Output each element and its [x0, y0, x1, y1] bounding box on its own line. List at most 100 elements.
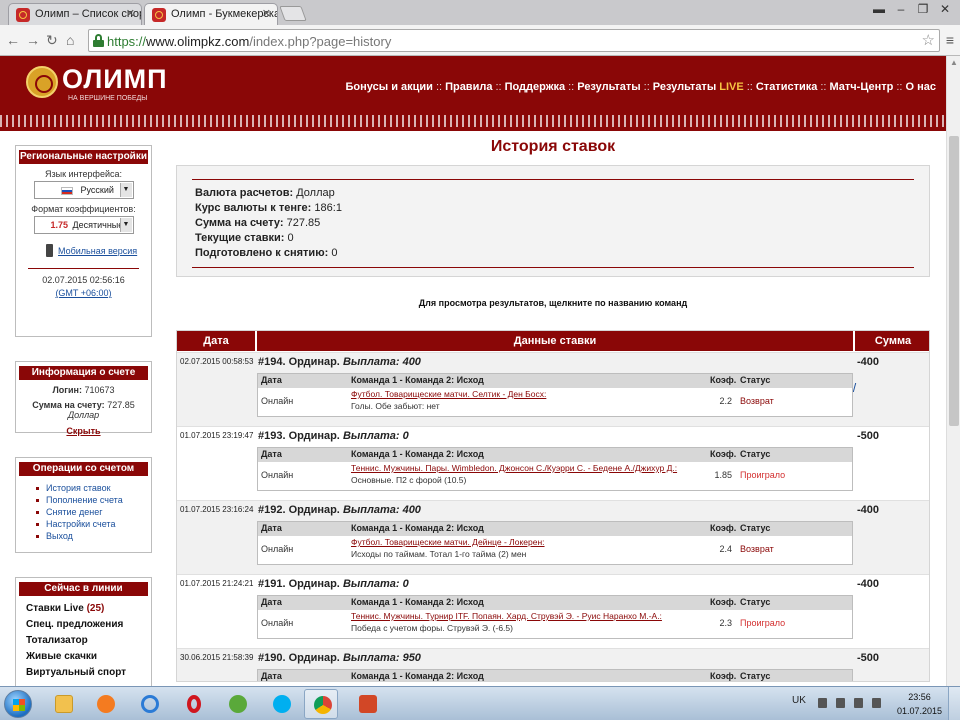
input-language[interactable]: UK [792, 695, 806, 706]
op-bet-history[interactable]: История ставок [32, 483, 151, 495]
site-header: ОЛИМП НА ВЕРШИНЕ ПОБЕДЫ Бонусы и акции::… [0, 56, 946, 131]
panel-title: Информация о счете [19, 366, 148, 380]
bet-status: Возврат [740, 396, 774, 406]
nav-bonuses[interactable]: Бонусы и акции [346, 81, 433, 93]
timezone-link[interactable]: (GMT +06:00) [16, 288, 151, 298]
user-icon[interactable]: ▬ [868, 2, 890, 16]
bet-date: 01.07.2015 23:19:47 [180, 431, 254, 440]
chevron-down-icon: ▼ [119, 218, 132, 232]
op-withdraw[interactable]: Снятие денег [32, 507, 151, 519]
login-row: Логин: 710673 [52, 385, 115, 395]
event-link[interactable]: Футбол. Товарищеские матчи. Дейнце - Лок… [351, 537, 545, 547]
in-line-virtual-sport[interactable]: Виртуальный спорт [26, 667, 151, 683]
minimize-icon[interactable]: – [890, 2, 912, 16]
restore-icon[interactable]: ❐ [912, 2, 934, 16]
bet-status: Проиграло [740, 470, 786, 480]
home-icon[interactable]: ⌂ [66, 32, 74, 48]
system-clock[interactable]: 23:56 01.07.2015 [897, 690, 942, 718]
top-navigation: Бонусы и акции:: Правила:: Поддержка:: Резу… [345, 81, 937, 93]
browser-menu-icon[interactable]: ≡ [946, 32, 954, 48]
scrollbar-thumb[interactable] [949, 136, 959, 426]
language-select[interactable]: Русский ▼ [33, 181, 134, 199]
olimp-favicon-icon [152, 8, 166, 22]
nav-results-live[interactable]: Результаты LIVE [653, 81, 744, 93]
divider [28, 268, 139, 269]
url-text[interactable]: https://www.olimpkz.com/index.php?page=h… [107, 34, 391, 49]
event-link[interactable]: Теннис. Мужчины. Пары. Wimbledon. Джонсо… [351, 463, 677, 473]
taskbar-powerpoint[interactable] [350, 689, 384, 719]
chevron-down-icon: ▼ [119, 183, 132, 197]
op-logout[interactable]: Выход [32, 531, 151, 543]
bet-detail-header: Дата Команда 1 - Команда 2: Исход Коэф. … [258, 596, 852, 610]
op-deposit[interactable]: Пополнение счета [32, 495, 151, 507]
nav-support[interactable]: Поддержка [505, 81, 566, 93]
windows-logo-icon [13, 699, 25, 711]
close-window-icon[interactable]: ✕ [934, 2, 956, 16]
close-tab-icon[interactable]: ✕ [126, 7, 135, 20]
bet-amount: -400 [857, 356, 880, 368]
show-desktop-button[interactable] [948, 687, 960, 720]
in-line-live-bets[interactable]: Ставки Live (25) [26, 603, 151, 619]
bet-outcome: Голы. Обе забьют: нет [351, 401, 440, 411]
bet-date: 30.06.2015 21:58:39 [180, 653, 254, 662]
taskbar-chrome[interactable] [304, 689, 338, 719]
taskbar-avast[interactable] [88, 689, 122, 719]
bet-type: Онлайн [261, 544, 294, 554]
scroll-up-icon[interactable]: ▲ [950, 58, 958, 67]
taskbar-opera[interactable] [176, 689, 210, 719]
nav-about[interactable]: О нас [906, 81, 937, 93]
bet-amount: -500 [857, 430, 880, 442]
bet-detail-header: Дата Команда 1 - Команда 2: Исход Коэф. … [258, 522, 852, 536]
taskbar-skype[interactable] [264, 689, 298, 719]
back-icon[interactable]: ← [6, 32, 20, 48]
table-header: Дата Данные ставки Сумма [177, 331, 929, 351]
in-line-panel: Сейчас в линии Ставки Live (25) Спец. пр… [15, 577, 152, 686]
nav-results[interactable]: Результаты [577, 81, 640, 93]
action-center-flag-icon[interactable] [836, 698, 845, 708]
nav-rules[interactable]: Правила [445, 81, 492, 93]
divider [192, 267, 914, 268]
panel-title: Региональные настройки [19, 150, 148, 164]
bet-amount: -400 [857, 578, 880, 590]
taskbar-explorer[interactable] [46, 689, 80, 719]
volume-icon[interactable] [872, 698, 881, 708]
language-label: Язык интерфейса: [44, 169, 122, 179]
operations-list: История ставок Пополнение счета Снятие д… [32, 483, 151, 543]
taskbar-utorrent[interactable] [220, 689, 254, 719]
chrome-icon [314, 696, 332, 714]
nav-match-center[interactable]: Матч-Центр [829, 81, 893, 93]
in-line-special-offers[interactable]: Спец. предложения [26, 619, 151, 635]
new-tab-button[interactable] [279, 6, 307, 21]
bet-coefficient: 2.2 [719, 396, 732, 406]
bet-detail-table: Дата Команда 1 - Команда 2: Исход Коэф. … [257, 521, 853, 565]
close-tab-icon[interactable]: ✕ [262, 7, 271, 20]
page-title: История ставок [490, 138, 616, 155]
summary-pending-withdrawal: Подготовлено к снятию: 0 [195, 247, 338, 259]
in-line-horse-racing[interactable]: Живые скачки [26, 651, 151, 667]
reload-icon[interactable]: ↻ [46, 32, 58, 49]
bet-detail-table: Дата Команда 1 - Команда 2: Исход Коэф. … [257, 595, 853, 639]
bookmark-star-icon[interactable]: ☆ [922, 31, 935, 49]
taskbar-internet-explorer[interactable] [132, 689, 166, 719]
table-row: 30.06.2015 21:58:39 #190. Ординар. Выпла… [177, 648, 929, 681]
event-link[interactable]: Футбол. Товарищеские матчи. Селтик - Ден… [351, 389, 546, 399]
address-bar[interactable]: https://www.olimpkz.com/index.php?page=h… [88, 29, 940, 52]
mobile-version-link[interactable]: Мобильная версия [58, 246, 137, 256]
start-button[interactable] [4, 690, 32, 718]
forward-icon[interactable]: → [26, 32, 40, 48]
op-account-settings[interactable]: Настройки счета [32, 519, 151, 531]
utorrent-icon [229, 695, 247, 713]
page-scrollbar[interactable]: ▲ [946, 56, 960, 686]
browser-tab-history[interactable]: Олимп - Букмекерская к ✕ [144, 3, 278, 25]
hide-account-link[interactable]: Скрыть [16, 426, 151, 436]
bet-detail-header: Дата Команда 1 - Команда 2: Исход Коэф. … [258, 670, 852, 681]
browser-tab-sports-list[interactable]: Олимп – Список спортив ✕ [8, 3, 142, 25]
tray-arrow-icon[interactable] [818, 698, 827, 708]
nav-statistics[interactable]: Статистика [756, 81, 818, 93]
in-line-totalizator[interactable]: Тотализатор [26, 635, 151, 651]
bet-type: Онлайн [261, 618, 294, 628]
network-signal-icon[interactable] [854, 698, 863, 708]
odds-format-select[interactable]: 1.75 Десятичные ▼ [33, 216, 134, 234]
panel-title: Сейчас в линии [19, 582, 148, 596]
event-link[interactable]: Теннис. Мужчины. Турнир ITF. Попаян. Хар… [351, 611, 662, 621]
